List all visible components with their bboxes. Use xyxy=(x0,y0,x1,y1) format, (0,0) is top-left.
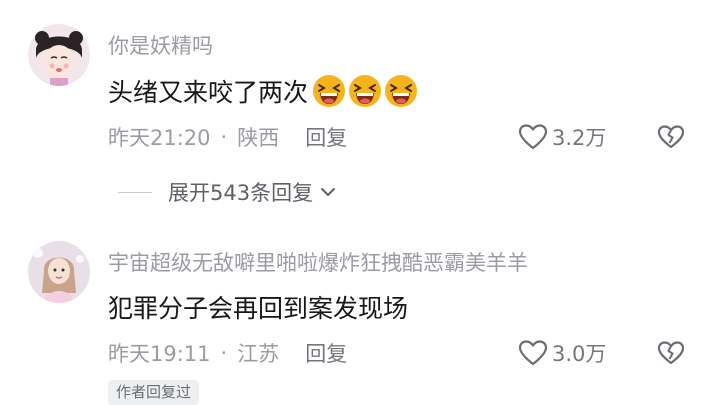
broken-heart-icon xyxy=(657,125,685,149)
divider-line xyxy=(118,191,152,193)
like-button[interactable]: 3.0万 xyxy=(518,338,606,368)
dislike-button[interactable] xyxy=(656,338,686,368)
laughing-emoji-icon xyxy=(349,75,382,107)
comment-time: 昨天19:11 xyxy=(108,342,211,366)
comment-text: 犯罪分子会再回到案发现场 xyxy=(108,289,408,325)
comment-text-body: 头绪又来咬了两次 xyxy=(108,78,309,107)
comment-meta: 昨天19:11 · 江苏 回复 xyxy=(108,338,347,368)
like-count: 3.2万 xyxy=(552,126,607,150)
laughing-emoji-icon xyxy=(385,75,418,107)
heart-outline-icon xyxy=(518,340,548,366)
comment-location: 江苏 xyxy=(237,342,280,366)
comment-location: 陕西 xyxy=(237,126,280,150)
chevron-down-icon xyxy=(321,188,336,196)
comment-item: 你是妖精吗 头绪又来咬了两次 昨天21:20 · 陕西 回复 3.2万 xyxy=(0,0,720,215)
separator-dot: · xyxy=(220,341,228,365)
like-count: 3.0万 xyxy=(552,342,607,366)
dislike-button[interactable] xyxy=(656,122,686,152)
comment-text: 头绪又来咬了两次 xyxy=(108,73,418,109)
comment-text-body: 犯罪分子会再回到案发现场 xyxy=(108,294,409,323)
username[interactable]: 你是妖精吗 xyxy=(108,30,213,60)
avatar[interactable] xyxy=(28,241,90,303)
heart-outline-icon xyxy=(518,124,548,150)
reply-button[interactable]: 回复 xyxy=(305,122,347,152)
comment-meta: 昨天21:20 · 陕西 回复 xyxy=(108,122,347,152)
avatar[interactable] xyxy=(28,24,90,86)
broken-heart-icon xyxy=(657,341,685,365)
reply-button[interactable]: 回复 xyxy=(305,338,347,368)
like-button[interactable]: 3.2万 xyxy=(518,122,606,152)
laughing-emoji-icon xyxy=(313,75,346,107)
comment-time: 昨天21:20 xyxy=(108,126,211,150)
author-replied-badge: 作者回复过 xyxy=(108,380,200,405)
username[interactable]: 宇宙超级无敌噼里啪啦爆炸狂拽酷恶霸美羊羊 xyxy=(108,247,528,277)
expand-replies-button[interactable]: 展开543条回复 xyxy=(118,177,337,207)
separator-dot: · xyxy=(220,125,228,149)
expand-replies-label: 展开543条回复 xyxy=(168,181,314,205)
